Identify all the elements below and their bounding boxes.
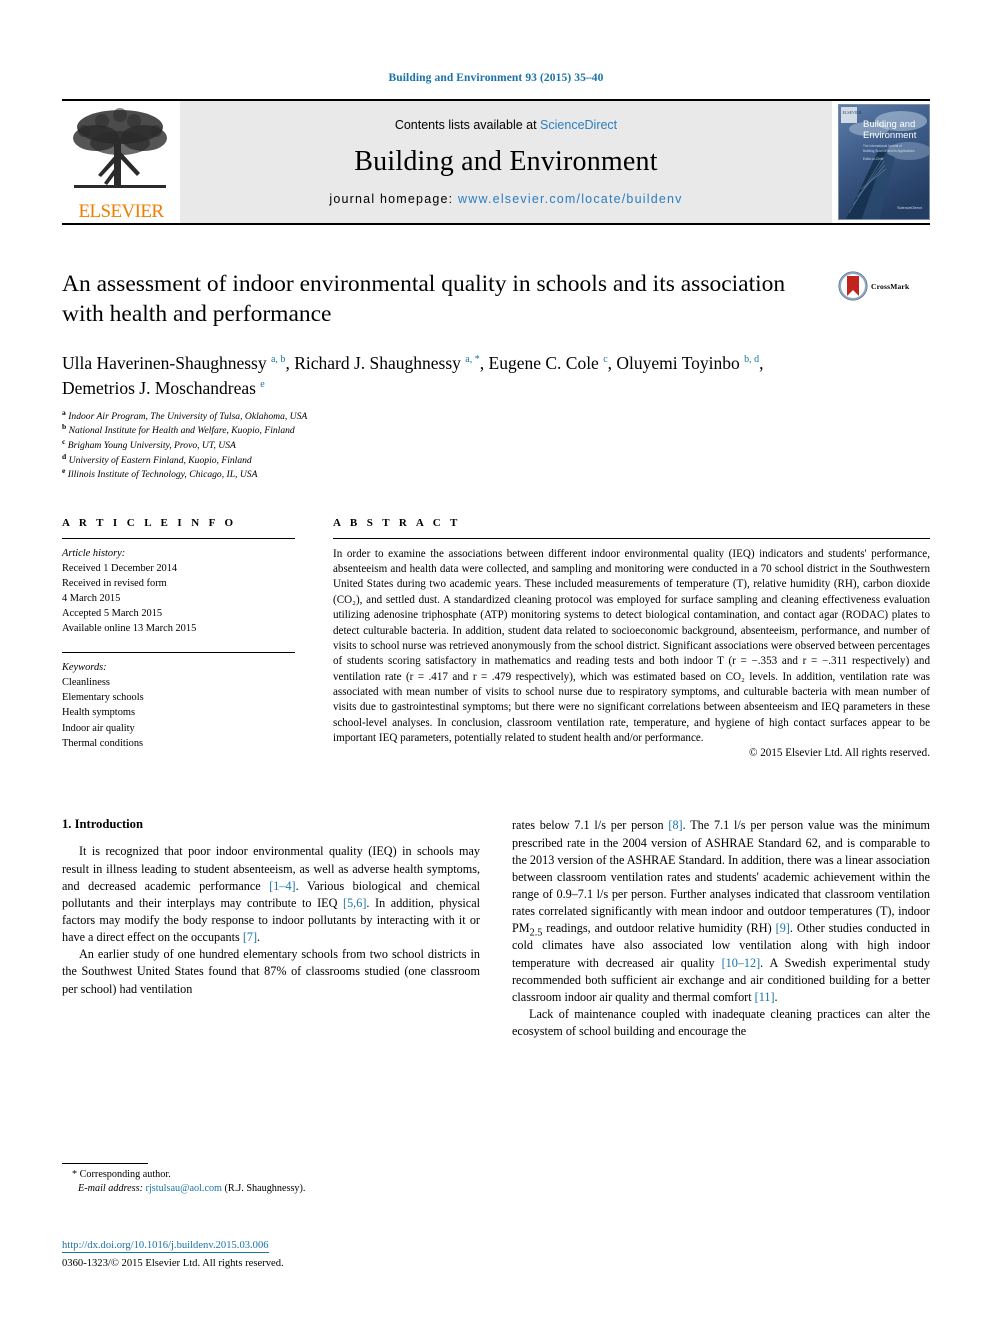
affiliation-marker: d: [62, 451, 67, 461]
svg-text:Building and: Building and: [863, 119, 915, 130]
article-info-column: A R T I C L E I N F O Article history: R…: [62, 517, 295, 760]
body-column-left: 1. Introduction It is recognized that po…: [62, 817, 480, 1040]
abstract-column: A B S T R A C T In order to examine the …: [333, 516, 930, 760]
asterisk-icon: *: [72, 1169, 78, 1180]
email-owner: (R.J. Shaughnessy).: [224, 1183, 306, 1195]
masthead-center: Contents lists available at ScienceDirec…: [180, 101, 832, 223]
history-item: Received 1 December 2014: [62, 562, 178, 574]
author-list: Ulla Haverinen-Shaughnessy a, b, Richard…: [62, 353, 764, 398]
crossmark-icon: [838, 271, 868, 301]
email-label: E-mail address:: [78, 1183, 143, 1195]
paragraph: rates below 7.1 l/s per person [8]. The …: [512, 818, 931, 1004]
affiliation-text: Brigham Young University, Provo, UT, USA: [67, 440, 236, 451]
article-history-label: Article history:: [62, 547, 126, 559]
elsevier-logo: ELSEVIER: [62, 101, 180, 223]
svg-text:ELSEVIER: ELSEVIER: [843, 110, 862, 115]
corresponding-author-footnote: * Corresponding author. E-mail address: …: [62, 1163, 480, 1197]
affiliation-item: a Indoor Air Program, The University of …: [62, 407, 930, 425]
section-title-introduction: 1. Introduction: [62, 817, 143, 832]
article-page: Building and Environment 93 (2015) 35–40: [0, 0, 992, 1323]
abstract-heading: A B S T R A C T: [333, 516, 461, 529]
affiliation-text: Indoor Air Program, The University of Tu…: [68, 410, 308, 422]
elsevier-wordmark: ELSEVIER: [78, 201, 165, 222]
affiliation-text: Illinois Institute of Technology, Chicag…: [67, 469, 258, 481]
cover-art: ELSEVIER Building and Environment The In…: [839, 105, 929, 219]
contents-prefix: Contents lists available at: [394, 118, 541, 132]
citation-ref[interactable]: [5,6]: [343, 896, 366, 910]
affiliation-marker: e: [62, 465, 66, 475]
svg-text:Building Science and its Appli: Building Science and its Applications: [863, 149, 915, 153]
affiliation-text: National Institute for Health and Welfar…: [68, 425, 295, 437]
citation-ref[interactable]: [1–4]: [269, 879, 295, 893]
footnote-line: * Corresponding author.: [62, 1168, 480, 1182]
affiliation-item: c Brigham Young University, Provo, UT, U…: [62, 436, 930, 454]
title-block: An assessment of indoor environmental qu…: [62, 269, 930, 483]
journal-homepage-link[interactable]: www.elsevier.com/locate/buildenv: [458, 192, 683, 206]
page-title: An assessment of indoor environmental qu…: [62, 271, 786, 328]
abstract-text: In order to examine the associations bet…: [333, 547, 930, 745]
affiliation-marker: a: [62, 407, 66, 417]
affiliation-marker: b: [62, 422, 67, 432]
running-head: Building and Environment 93 (2015) 35–40: [388, 72, 604, 84]
affiliation-item: b National Institute for Health and Welf…: [62, 422, 930, 439]
crossmark-badge[interactable]: CrossMark: [838, 271, 930, 301]
journal-masthead: ELSEVIER Contents lists available at Sci…: [62, 99, 930, 225]
affiliation-item: d University of Eastern Finland, Kuopio,…: [62, 451, 930, 469]
history-item: 4 March 2015: [62, 592, 121, 604]
abstract-copyright: © 2015 Elsevier Ltd. All rights reserved…: [749, 747, 930, 760]
citation-ref[interactable]: [7]: [243, 930, 257, 944]
crossmark-label: CrossMark: [871, 281, 910, 291]
article-history-group: Article history: Received 1 December 201…: [62, 539, 295, 636]
doi-link[interactable]: http://dx.doi.org/10.1016/j.buildenv.201…: [62, 1239, 269, 1254]
homepage-prefix: journal homepage:: [329, 192, 458, 206]
footer-block: http://dx.doi.org/10.1016/j.buildenv.201…: [62, 1238, 482, 1272]
body-column-right: rates below 7.1 l/s per person [8]. The …: [512, 817, 930, 1040]
paragraph: It is recognized that poor indoor enviro…: [62, 844, 480, 945]
footnote-divider: [62, 1163, 148, 1164]
citation-ref[interactable]: [8]: [668, 818, 682, 832]
email-link[interactable]: rjstulsau@aol.com: [146, 1183, 222, 1194]
citation-ref[interactable]: [9]: [776, 921, 790, 935]
journal-title: Building and Environment: [354, 146, 658, 177]
corresponding-author-text: Corresponding author.: [79, 1169, 171, 1180]
affiliation-marker: c: [62, 436, 66, 446]
article-info-heading: A R T I C L E I N F O: [62, 516, 237, 529]
affiliation-item: e Illinois Institute of Technology, Chic…: [62, 465, 930, 483]
paragraph: An earlier study of one hundred elementa…: [62, 947, 480, 996]
footnote-email-line: E-mail address: rjstulsau@aol.com (R.J. …: [62, 1182, 480, 1196]
keywords-label: Keywords:: [62, 662, 107, 674]
citation-ref[interactable]: [11]: [755, 990, 775, 1004]
svg-text:ScienceDirect: ScienceDirect: [897, 205, 923, 210]
contents-available-line: Contents lists available at ScienceDirec…: [395, 118, 617, 132]
article-body: 1. Introduction It is recognized that po…: [62, 817, 930, 1040]
paragraph: Lack of maintenance coupled with inadequ…: [512, 1006, 930, 1039]
keyword-item: Indoor air quality: [62, 722, 135, 734]
affiliation-text: University of Eastern Finland, Kuopio, F…: [68, 454, 252, 466]
history-item: Accepted 5 March 2015: [62, 608, 163, 620]
svg-text:The International Journal of: The International Journal of: [863, 144, 902, 148]
affiliation-list: a Indoor Air Program, The University of …: [62, 407, 930, 483]
info-abstract-section: A R T I C L E I N F O Article history: R…: [62, 516, 930, 760]
keyword-item: Elementary schools: [62, 692, 144, 704]
svg-text:Editor-in-Chief: Editor-in-Chief: [863, 157, 883, 161]
citation-ref[interactable]: [10–12]: [722, 956, 761, 970]
keywords-group: Keywords: Cleanliness Elementary schools…: [62, 653, 295, 750]
keyword-item: Health symptoms: [62, 707, 136, 719]
history-item: Available online 13 March 2015: [62, 623, 197, 635]
keyword-item: Thermal conditions: [62, 737, 144, 749]
sciencedirect-link[interactable]: ScienceDirect: [540, 118, 617, 132]
journal-cover-thumbnail: ELSEVIER Building and Environment The In…: [838, 104, 930, 220]
journal-homepage-line: journal homepage: www.elsevier.com/locat…: [329, 192, 682, 206]
history-item: Received in revised form: [62, 577, 167, 589]
issn-copyright: 0360-1323/© 2015 Elsevier Ltd. All right…: [62, 1257, 284, 1269]
elsevier-tree-icon: [73, 108, 167, 188]
keyword-item: Cleanliness: [62, 677, 110, 689]
svg-text:Environment: Environment: [863, 130, 917, 141]
